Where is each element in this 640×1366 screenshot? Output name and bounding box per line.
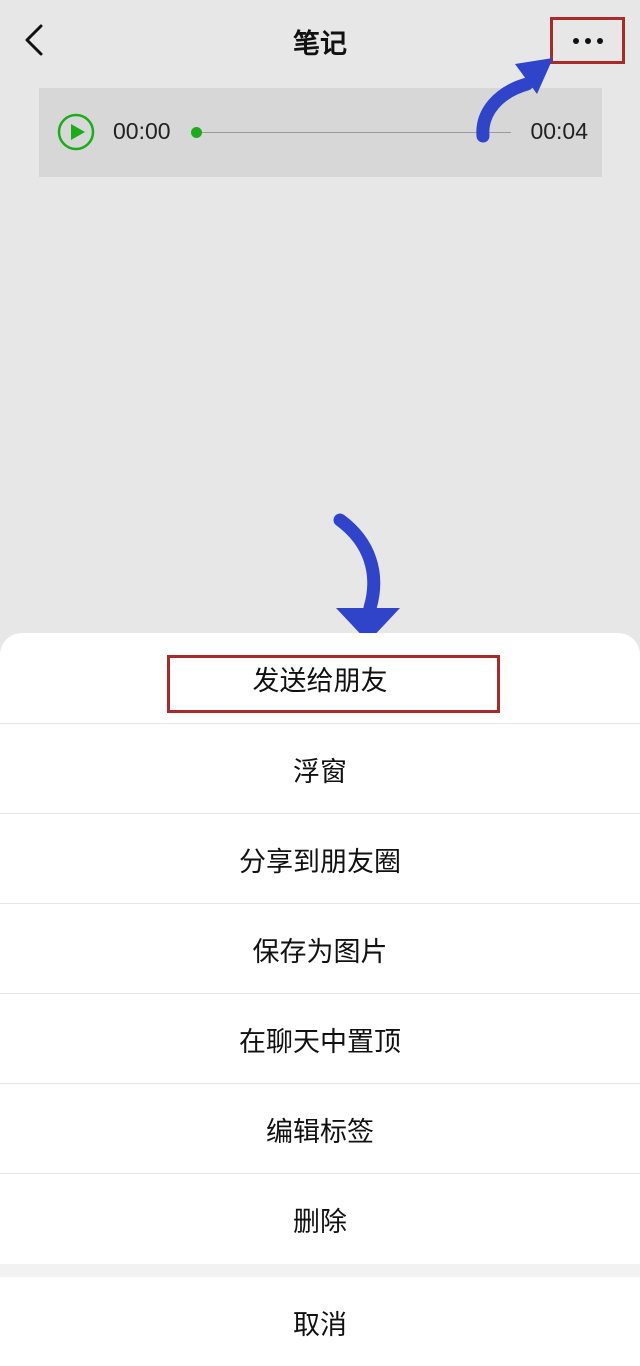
more-button[interactable]	[550, 17, 625, 64]
annotation-highlight	[167, 655, 500, 713]
more-icon	[572, 37, 603, 44]
play-icon	[57, 113, 95, 151]
floating-window-button[interactable]: 浮窗	[0, 724, 640, 814]
annotation-arrow-down	[333, 513, 400, 642]
current-time: 00:00	[113, 118, 171, 144]
share-to-moments-button[interactable]: 分享到朋友圈	[0, 814, 640, 904]
progress-thumb[interactable]	[191, 127, 202, 138]
cancel-button[interactable]: 取消	[0, 1277, 640, 1366]
sheet-separator	[0, 1264, 640, 1277]
annotation-arrow-up	[476, 58, 553, 143]
delete-button[interactable]: 删除	[0, 1174, 640, 1264]
save-as-image-button[interactable]: 保存为图片	[0, 904, 640, 994]
edit-tags-button[interactable]: 编辑标签	[0, 1084, 640, 1174]
action-sheet: 发送给朋友 浮窗 分享到朋友圈 保存为图片 在聊天中置顶 编辑标签 删除 取消	[0, 633, 640, 1366]
pin-in-chat-button[interactable]: 在聊天中置顶	[0, 994, 640, 1084]
play-button[interactable]	[57, 113, 95, 151]
progress-track[interactable]	[191, 127, 511, 138]
